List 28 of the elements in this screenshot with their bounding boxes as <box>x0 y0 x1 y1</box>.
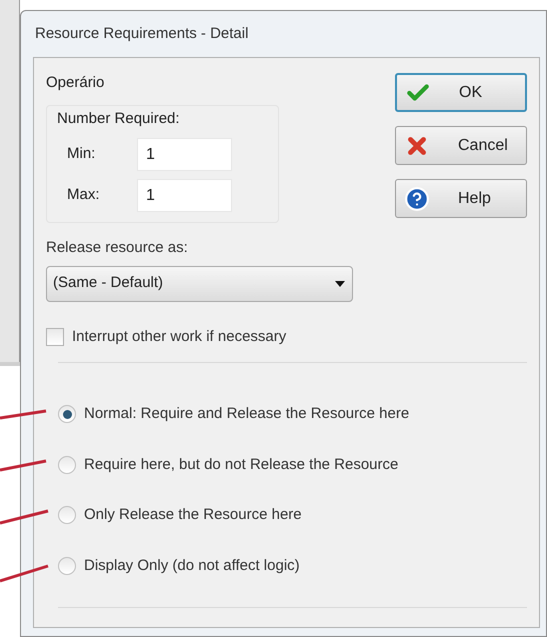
radio-option[interactable]: Require here, but do not Release the Resource <box>58 454 527 476</box>
radio-button[interactable] <box>58 556 76 575</box>
radio-button[interactable] <box>58 456 76 474</box>
leader-line <box>0 460 46 472</box>
resource-label: Operário <box>46 73 106 93</box>
field-label: Max: <box>66 185 101 206</box>
field-label: Min: <box>66 144 96 164</box>
leader-line <box>0 564 48 582</box>
ok-button[interactable]: OK <box>395 73 527 112</box>
leader-line <box>0 410 46 420</box>
radio-option[interactable]: Display Only (do not affect logic) <box>58 554 527 577</box>
group-label: Number Required: <box>57 108 181 128</box>
radio-button[interactable] <box>58 506 76 524</box>
release-label: Release resource as: <box>46 238 189 258</box>
help-button[interactable]: Help <box>395 179 527 218</box>
caret-icon <box>334 280 346 288</box>
interrupt-checkbox[interactable]: Interrupt other work if necessary <box>46 326 527 348</box>
number-field[interactable]: 1 <box>137 179 232 212</box>
leader-line <box>0 510 48 524</box>
checkbox[interactable] <box>46 328 64 346</box>
window-title: Resource Requirements - Detail <box>34 24 250 44</box>
radio-option[interactable]: Normal: Require and Release the Resource here <box>58 403 527 426</box>
radio-button[interactable] <box>58 405 76 424</box>
help-icon <box>404 186 430 212</box>
cancel-button[interactable]: Cancel <box>395 126 527 165</box>
number-field[interactable]: 1 <box>137 138 232 171</box>
release-dropdown[interactable]: (Same - Default) <box>46 266 353 302</box>
radio-option[interactable]: Only Release the Resource here <box>58 504 527 526</box>
